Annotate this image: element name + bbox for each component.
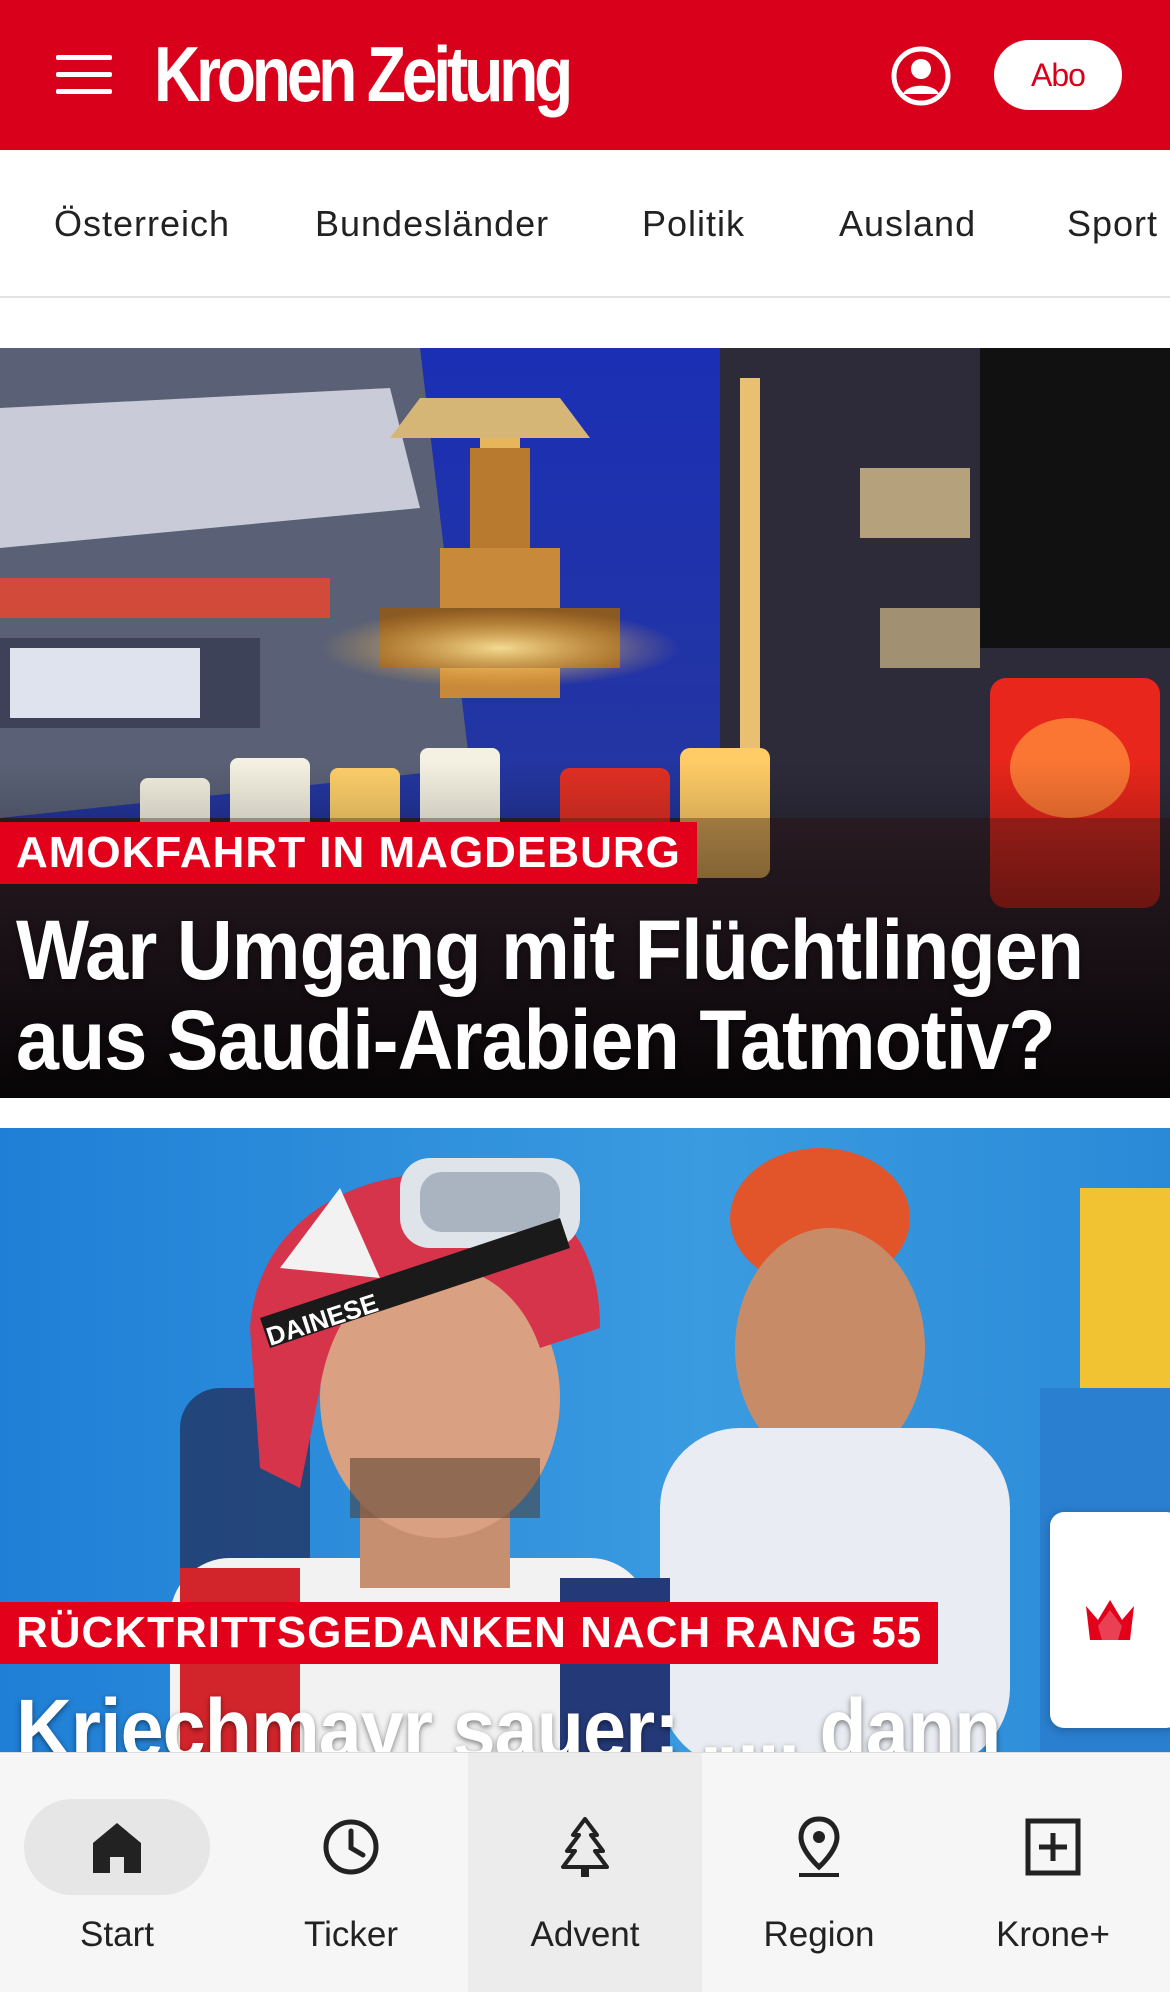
bottom-nav-kroneplus[interactable]: Krone+ <box>936 1753 1170 1992</box>
article-kicker: AMOKFAHRT IN MAGDEBURG <box>0 822 697 884</box>
section-tab-ausland[interactable]: Ausland <box>839 202 976 246</box>
bottom-nav-advent[interactable]: Advent <box>468 1753 702 1992</box>
article-kicker: RÜCKTRITTSGEDANKEN NACH RANG 55 <box>0 1602 939 1664</box>
article-teaser[interactable]: AMOKFAHRT IN MAGDEBURG War Umgang mit Fl… <box>0 348 1170 1098</box>
krone-floating-button[interactable] <box>1050 1512 1170 1728</box>
bottom-nav-label: Advent <box>530 1915 640 1954</box>
section-tab-oesterreich[interactable]: Österreich <box>54 202 230 246</box>
section-tab-politik[interactable]: Politik <box>642 202 745 246</box>
clock-icon <box>323 1819 379 1875</box>
bottom-nav-label: Krone+ <box>996 1915 1110 1954</box>
article-image: DAINESE <box>0 1128 1170 1768</box>
article-teaser[interactable]: DAINESE RÜCKTRITTSGEDANKEN NACH RANG 55 … <box>0 1128 1170 1768</box>
bottom-nav-label: Ticker <box>304 1915 398 1954</box>
article-headline-line1: War Umgang mit Flüchtlingen <box>16 903 1084 997</box>
account-icon[interactable] <box>890 45 952 107</box>
top-header-bar: Kronen Zeitung Abo <box>0 0 1170 150</box>
bottom-nav-region[interactable]: Region <box>702 1753 936 1992</box>
bottom-nav-label: Start <box>80 1915 154 1954</box>
bottom-nav-start[interactable]: Start <box>0 1753 234 1992</box>
section-navigation: Österreich Bundesländer Politik Ausland … <box>0 150 1170 298</box>
plus-box-icon <box>1025 1818 1081 1876</box>
bottom-navigation: Start Ticker Advent Region Krone+ <box>0 1752 1170 1992</box>
hamburger-menu-icon[interactable] <box>56 55 112 95</box>
bottom-nav-label: Region <box>763 1915 875 1954</box>
christmas-tree-icon <box>561 1817 609 1877</box>
section-tab-bundeslaender[interactable]: Bundesländer <box>315 202 549 246</box>
bottom-nav-ticker[interactable]: Ticker <box>234 1753 468 1992</box>
abo-button[interactable]: Abo <box>994 40 1122 110</box>
section-tab-sport[interactable]: Sport <box>1067 202 1158 246</box>
home-icon <box>93 1823 141 1873</box>
location-pin-icon <box>798 1816 840 1877</box>
article-headline-line2: aus Saudi-Arabien Tatmotiv? <box>16 993 1056 1087</box>
site-logo[interactable]: Kronen Zeitung <box>154 34 573 114</box>
crown-icon <box>1086 1600 1134 1640</box>
app-root: Kronen Zeitung Abo Österreich Bundesländ… <box>0 0 1170 1992</box>
